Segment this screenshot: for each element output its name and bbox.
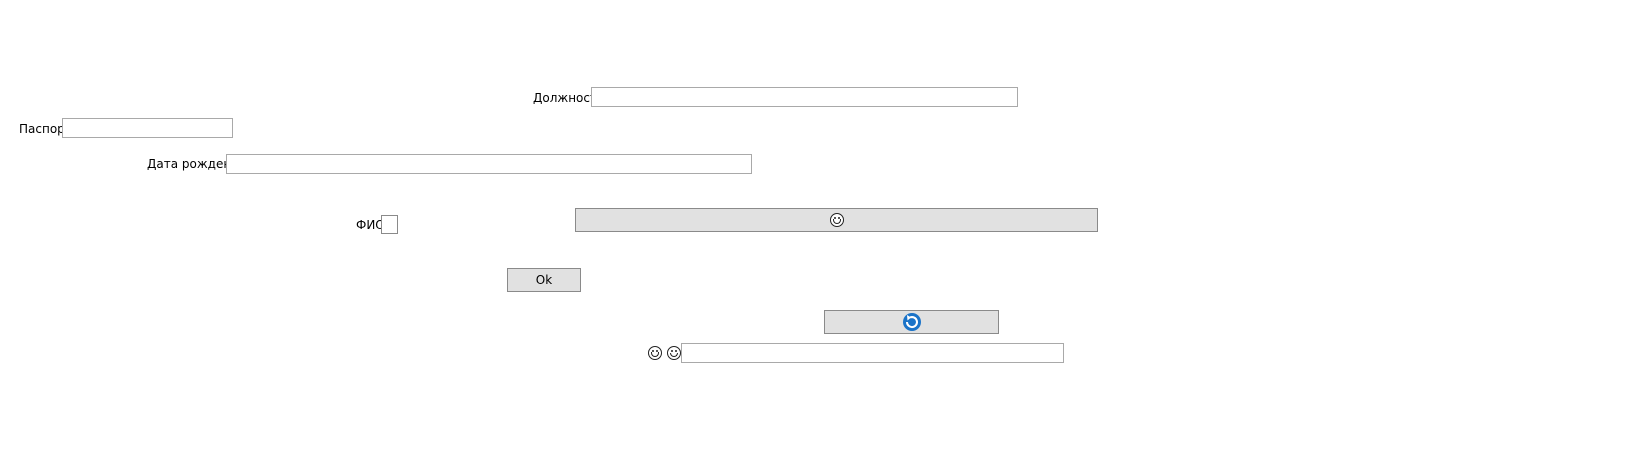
- fio-checkbox[interactable]: [381, 215, 398, 234]
- grinning-face-icon: [667, 346, 681, 363]
- emoji-wide-button[interactable]: [575, 208, 1098, 232]
- birthdate-input[interactable]: [226, 154, 752, 174]
- blue-refresh-icon: [902, 313, 921, 331]
- ok-button[interactable]: Ok: [507, 268, 581, 292]
- passport-input[interactable]: [62, 118, 233, 138]
- laughing-face-icon: [829, 213, 844, 227]
- refresh-button[interactable]: [824, 310, 999, 334]
- laughing-face-icon: [648, 346, 662, 363]
- position-input[interactable]: [591, 87, 1018, 107]
- bottom-input[interactable]: [681, 343, 1064, 363]
